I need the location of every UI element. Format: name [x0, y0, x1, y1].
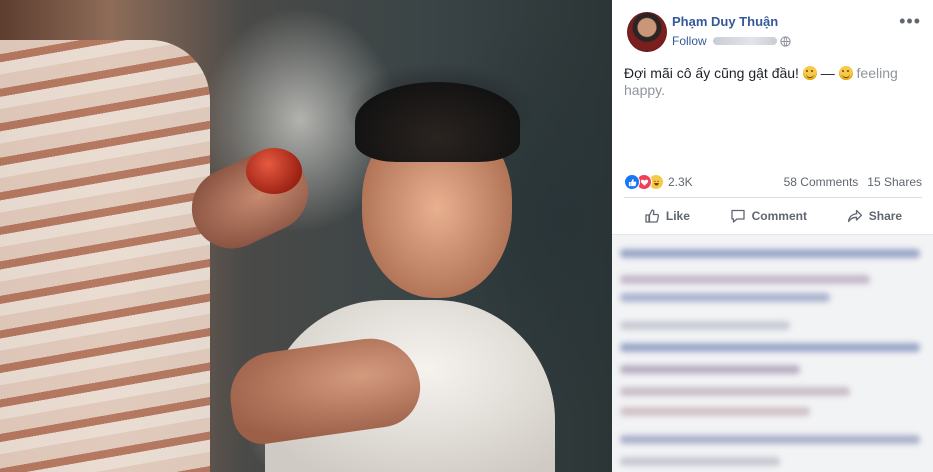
comments-count[interactable]: 58 Comments [784, 175, 859, 189]
blurred-comment-line [620, 293, 830, 302]
blurred-comment-line [620, 321, 790, 330]
blurred-comment-line [620, 407, 810, 416]
thumbs-up-icon [645, 209, 659, 223]
action-bar: Like Comment Share [624, 201, 922, 231]
reaction-stats: 2.3K 58 Comments 15 Shares [624, 172, 922, 192]
more-options-icon[interactable]: ••• [899, 12, 921, 30]
smile-emoji-icon [802, 66, 817, 80]
share-button[interactable]: Share [847, 208, 902, 224]
reaction-count[interactable]: 2.3K [668, 175, 693, 189]
share-label: Share [868, 209, 903, 223]
like-button[interactable]: Like [644, 208, 690, 224]
blurred-comment-line [620, 343, 920, 352]
like-reaction-icon[interactable] [624, 174, 640, 190]
blurred-comment-line [620, 365, 800, 374]
share-arrow-icon [847, 209, 862, 223]
stats-divider [624, 197, 922, 198]
post-message: Đợi mãi cô ấy cũng gật đầu! — feeling ha… [624, 65, 920, 99]
comment-button[interactable]: Comment [730, 208, 807, 224]
post-photo[interactable] [0, 0, 612, 472]
photo-striped-shirt [0, 40, 210, 472]
speech-bubble-icon [730, 209, 745, 223]
shares-count[interactable]: 15 Shares [867, 175, 922, 189]
feeling-separator: — [820, 65, 835, 81]
photo-apple [246, 148, 302, 194]
blurred-comment-line [620, 387, 850, 396]
blurred-comment-line [620, 435, 920, 444]
blurred-comment-line [620, 249, 920, 258]
blurred-comment-line [620, 275, 870, 284]
comments-section-blurred[interactable] [612, 234, 933, 472]
globe-icon [780, 35, 791, 47]
message-text: Đợi mãi cô ấy cũng gật đầu! [624, 65, 799, 81]
follow-row: Follow [672, 34, 791, 48]
blurred-timestamp[interactable] [712, 37, 777, 45]
post-panel: Phạm Duy Thuận Follow ••• Đợi mãi cô ấy … [612, 0, 933, 472]
comment-label: Comment [751, 209, 807, 223]
happy-feeling-icon [838, 66, 853, 80]
author-name[interactable]: Phạm Duy Thuận [672, 14, 778, 29]
like-label: Like [665, 209, 690, 223]
avatar[interactable] [627, 12, 667, 52]
photo-hair [355, 82, 520, 162]
blurred-comment-line [620, 457, 780, 466]
engagement-counts: 58 Comments 15 Shares [784, 175, 922, 189]
follow-link[interactable]: Follow [672, 34, 707, 48]
